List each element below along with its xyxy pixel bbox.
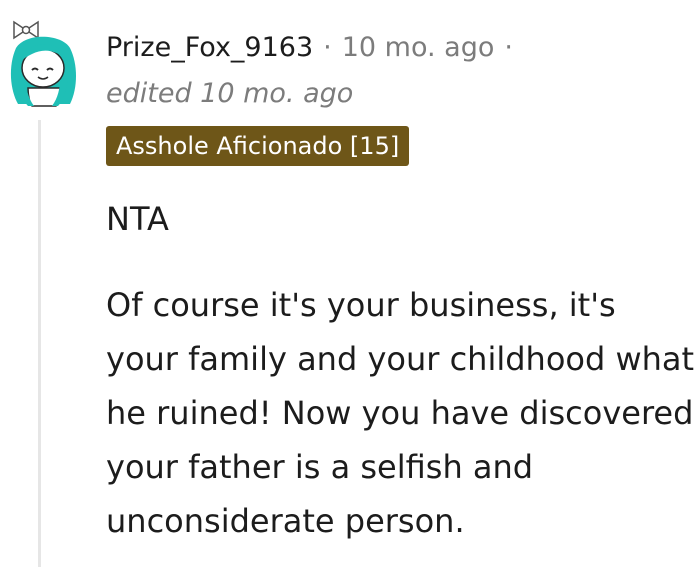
comment-paragraph: Of course it's your business, it's your … [106,286,695,540]
comment-meta: Prize_Fox_9163 · 10 mo. ago · [106,30,523,66]
user-flair: Asshole Aficionado [15] [106,126,410,166]
username-link[interactable]: Prize_Fox_9163 [106,32,313,63]
meta-separator: · [504,32,513,63]
meta-separator: · [323,32,332,63]
comment-paragraph: NTA [106,200,169,238]
user-avatar-icon[interactable] [4,18,86,108]
comment: Prize_Fox_9163 · 10 mo. ago · edited 10 mo.… [0,0,700,567]
thread-line[interactable] [38,120,41,567]
posted-time[interactable]: 10 mo. ago [342,32,495,63]
comment-body: NTA Of course it's your business, it's y… [106,192,696,548]
edited-time: edited 10 mo. ago [106,78,354,109]
